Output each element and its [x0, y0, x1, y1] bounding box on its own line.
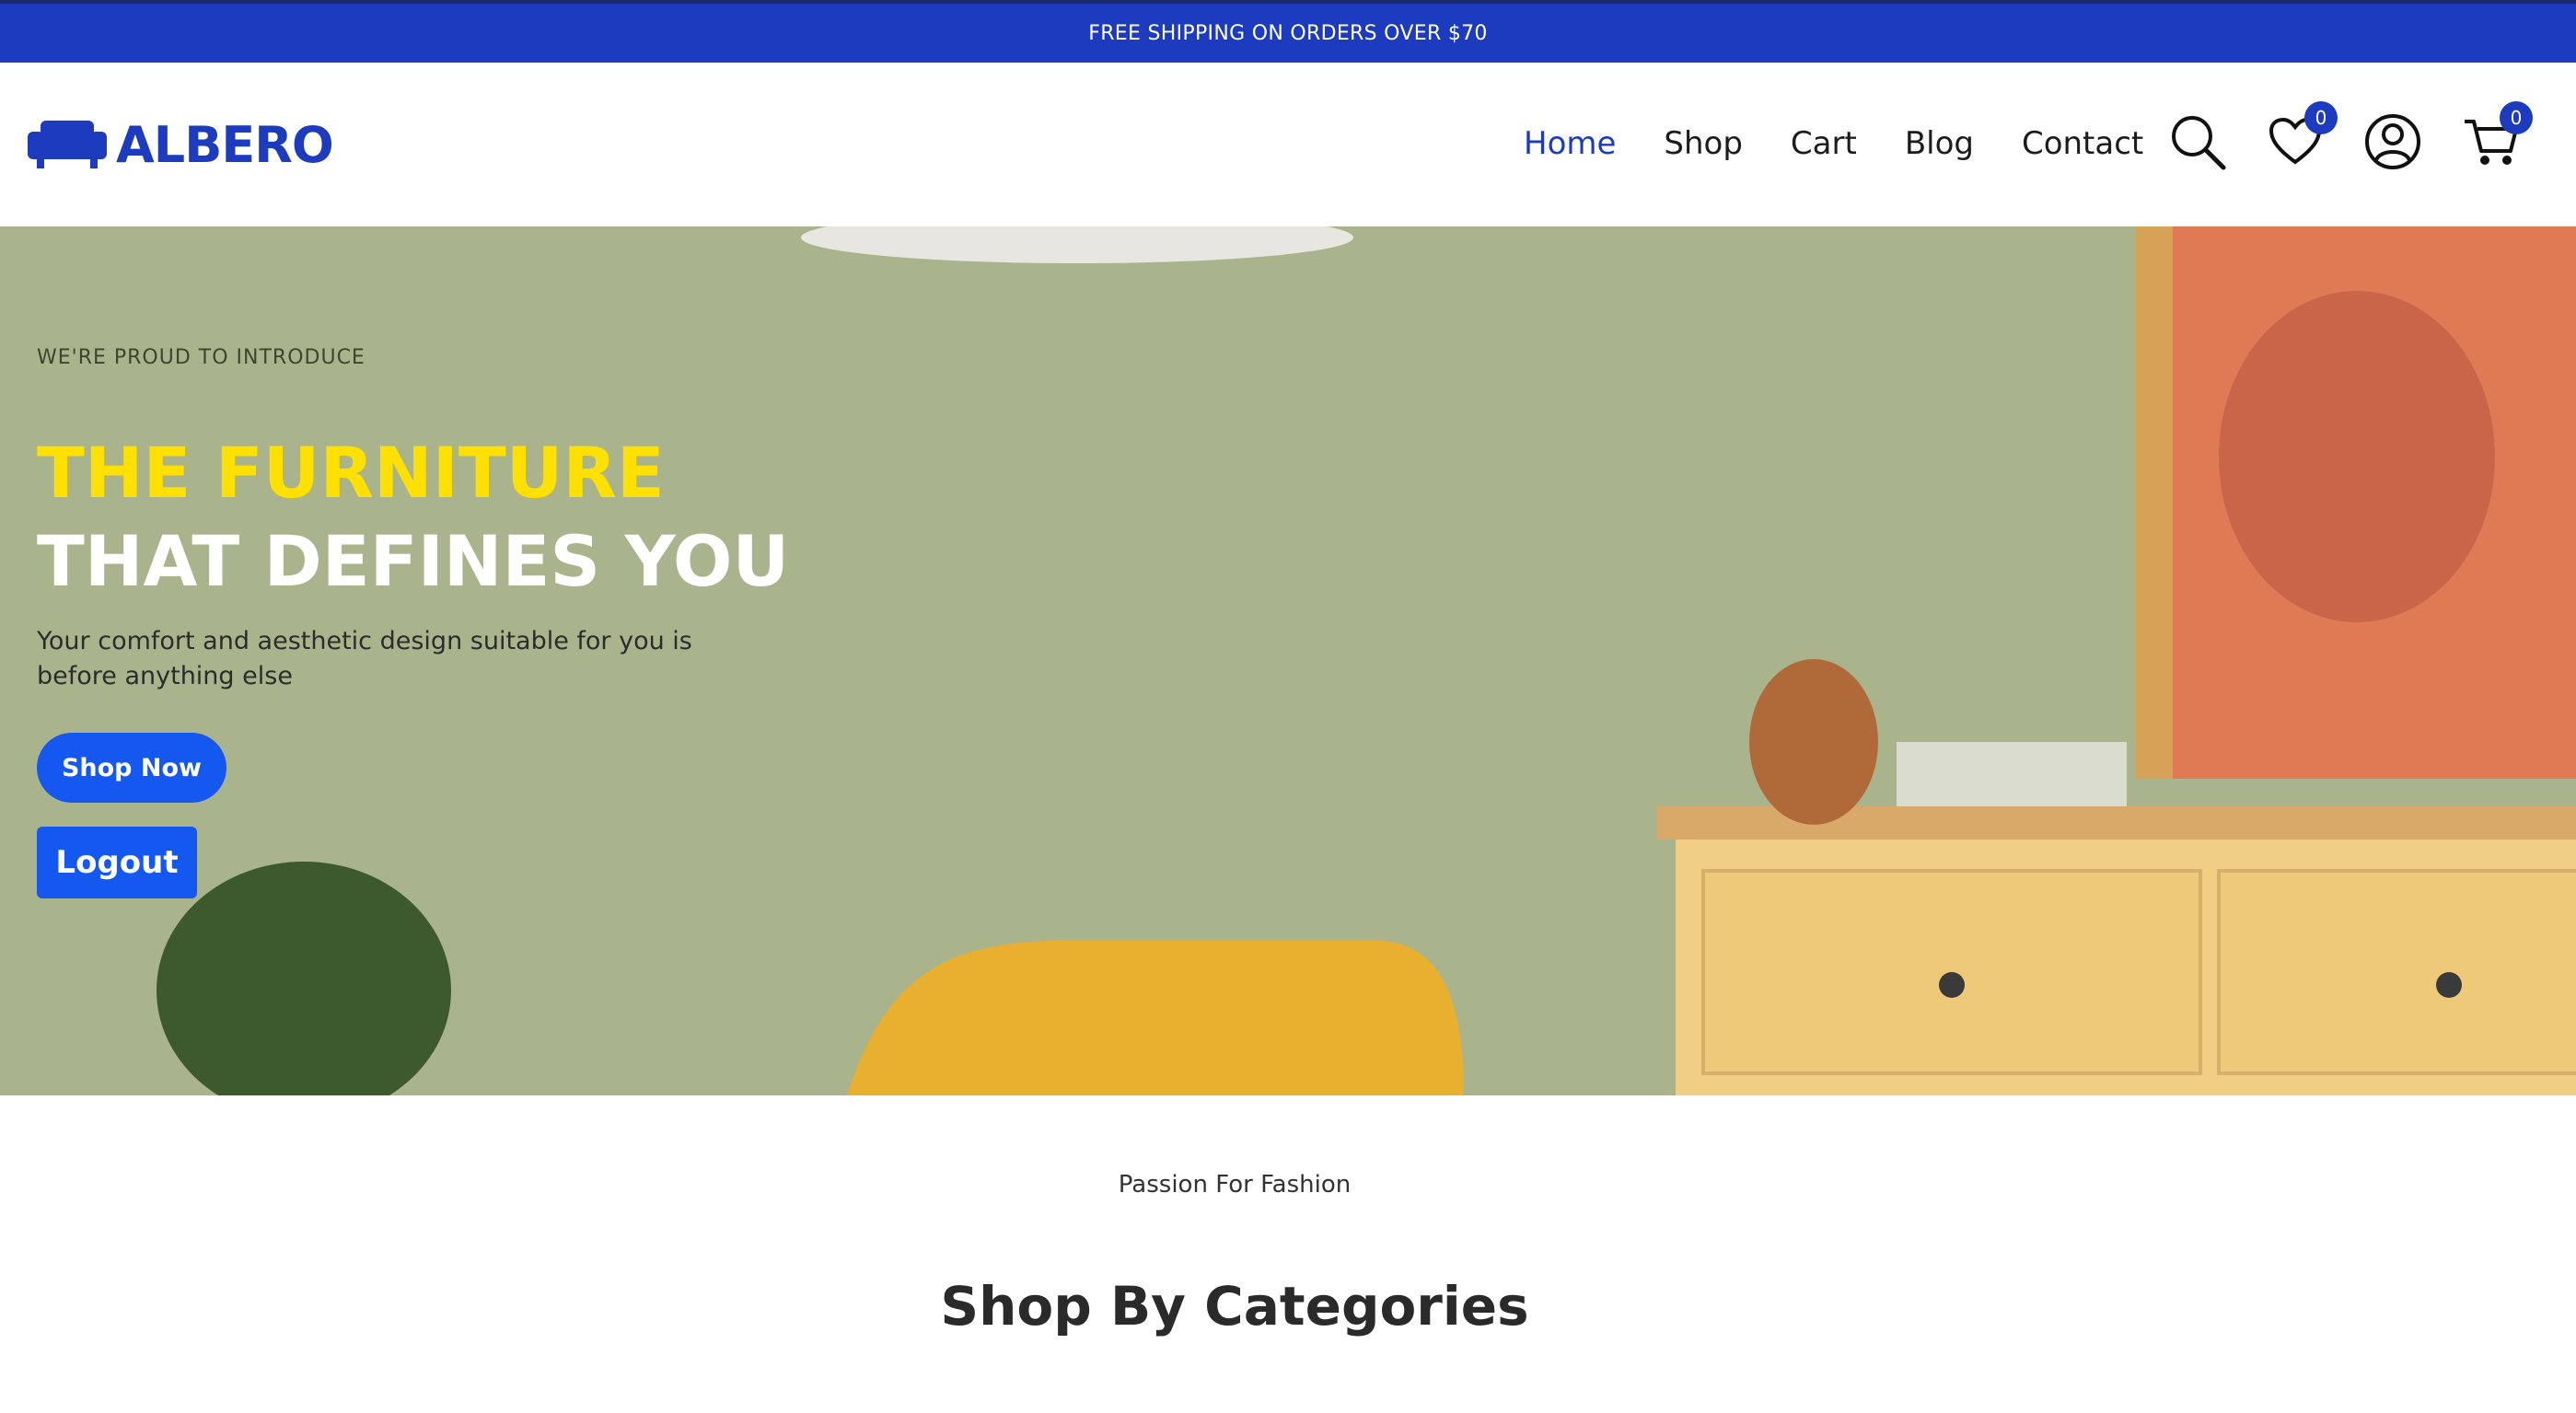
- nav-contact[interactable]: Contact: [2022, 125, 2143, 162]
- hero-title-line2: THAT DEFINES YOU: [37, 520, 790, 602]
- hero-title: THE FURNITURE THAT DEFINES YOU: [37, 429, 789, 606]
- hero-banner: WE'RE PROUD TO INTRODUCE THE FURNITURE T…: [0, 226, 2576, 1095]
- logout-button[interactable]: Logout: [37, 827, 197, 898]
- hero-title-line1: THE FURNITURE: [37, 432, 665, 514]
- brand-name: ALBERO: [116, 115, 334, 174]
- hero-eyebrow: WE'RE PROUD TO INTRODUCE: [37, 346, 366, 369]
- nav-shop[interactable]: Shop: [1664, 125, 1743, 162]
- categories-subtitle: Passion For Fashion: [1118, 1171, 1352, 1199]
- nav-blog[interactable]: Blog: [1905, 125, 1974, 162]
- sofa-icon: [28, 121, 107, 168]
- announcement-text: FREE SHIPPING ON ORDERS OVER $70: [1088, 21, 1488, 45]
- site-header: ALBERO Home Shop Cart Blog Contact 0 0: [0, 63, 2576, 226]
- wishlist-button[interactable]: 0: [2266, 101, 2338, 171]
- search-icon: [2172, 116, 2226, 170]
- nav-cart[interactable]: Cart: [1791, 125, 1857, 162]
- shop-now-button[interactable]: Shop Now: [37, 733, 226, 803]
- announcement-bar: FREE SHIPPING ON ORDERS OVER $70: [0, 0, 2576, 63]
- account-button[interactable]: [2363, 112, 2422, 171]
- cart-count-badge: 0: [2500, 101, 2533, 134]
- brand-logo[interactable]: ALBERO: [26, 112, 334, 177]
- main-nav: Home Shop Cart Blog Contact: [1524, 125, 2143, 162]
- header-icons: 0 0: [2168, 101, 2533, 171]
- nav-home[interactable]: Home: [1524, 125, 1616, 162]
- search-button[interactable]: [2168, 112, 2227, 171]
- hero-description: Your comfort and aesthetic design suitab…: [37, 627, 692, 690]
- wishlist-count-badge: 0: [2304, 101, 2338, 134]
- categories-title: Shop By Categories: [940, 1275, 1529, 1338]
- cart-button[interactable]: 0: [2461, 101, 2533, 171]
- user-icon: [2365, 114, 2420, 169]
